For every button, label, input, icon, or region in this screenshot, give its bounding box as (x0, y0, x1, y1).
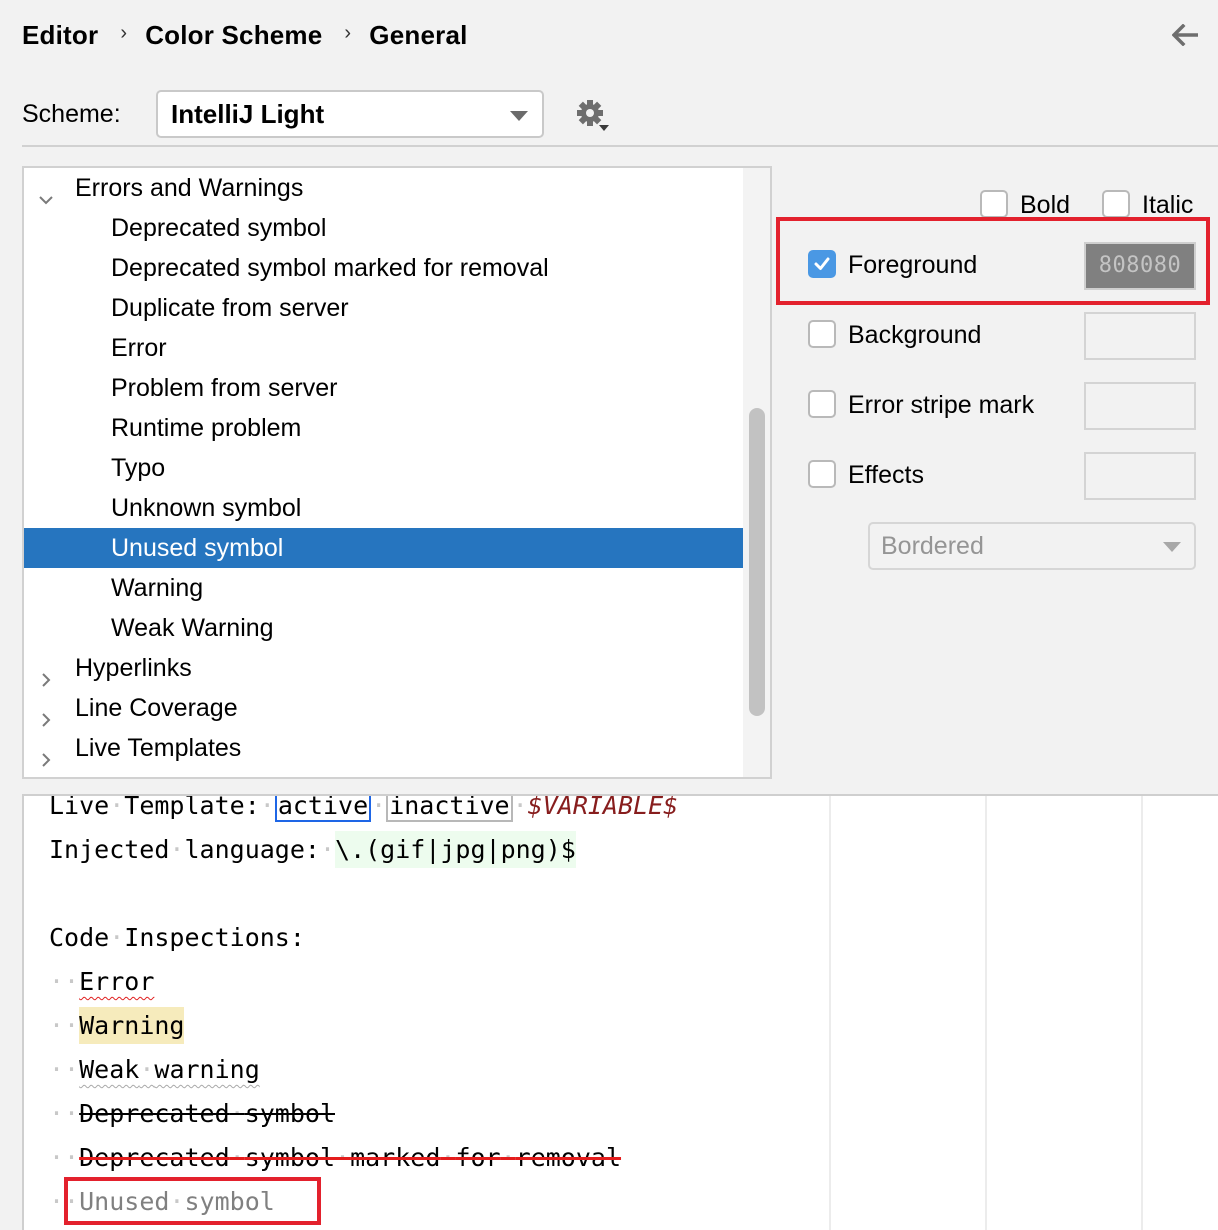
tree-item-label: Warning (111, 574, 204, 602)
chevron-right-icon[interactable] (38, 660, 54, 687)
breadcrumb-separator: › (344, 21, 352, 44)
tree-item[interactable]: Deprecated symbol (24, 208, 743, 248)
tree-scrollbar-thumb[interactable] (749, 408, 765, 716)
injected-language-value: \.(gif|jpg|png)$ (335, 831, 576, 868)
template-variable: $VARIABLE$ (527, 794, 679, 820)
foreground-label: Foreground (848, 251, 978, 279)
breadcrumb-separator: › (120, 21, 128, 44)
tree-item-label: Typo (111, 454, 166, 482)
foreground-checkbox[interactable] (808, 250, 836, 278)
tree-item[interactable]: Errors and Warnings (24, 168, 743, 208)
scheme-dropdown[interactable]: IntelliJ Light (156, 90, 544, 138)
effects-label: Effects (848, 461, 924, 489)
foreground-color-swatch[interactable]: 808080 (1084, 242, 1196, 290)
tree-scrollbar[interactable] (743, 168, 770, 777)
tree-item[interactable]: Runtime problem (24, 408, 743, 448)
preview-deprecated: ··Deprecated·symbol (49, 1099, 335, 1128)
italic-checkbox[interactable] (1102, 190, 1130, 218)
scheme-settings-button[interactable] (574, 98, 614, 134)
chevron-right-icon[interactable] (38, 700, 54, 727)
bold-label: Bold (1020, 191, 1071, 219)
inspection-error: Error (79, 967, 155, 996)
tree-item[interactable]: Unknown symbol (24, 488, 743, 528)
bold-checkbox[interactable] (980, 190, 1008, 218)
italic-label: Italic (1142, 191, 1194, 219)
error-stripe-color-swatch[interactable] (1084, 382, 1196, 430)
chevron-right-icon[interactable] (38, 740, 54, 767)
injected-prefix: Injected·language: (49, 835, 320, 864)
back-button[interactable] (1166, 20, 1206, 50)
background-label: Background (848, 321, 982, 349)
tree-item-label: Problem from server (111, 374, 338, 402)
preview-inspections-heading: Code·Inspections: (49, 923, 305, 952)
effect-type-value: Bordered (881, 532, 984, 560)
chevron-down-icon (1163, 542, 1181, 552)
tree-item[interactable]: Duplicate from server (24, 288, 743, 328)
checkmark-icon (814, 257, 830, 270)
tree-item[interactable]: Unused symbol (24, 528, 743, 568)
preview-line-live-template: Live·Template:· active · inactive ·$VARIABLE… (49, 794, 679, 828)
template-inactive: inactive (386, 796, 513, 822)
effects-color-swatch[interactable] (1084, 452, 1196, 500)
tree-item[interactable]: Error (24, 328, 743, 368)
chevron-down-icon (510, 111, 528, 121)
tree-item-label: Duplicate from server (111, 294, 349, 322)
error-stripe-checkbox[interactable] (808, 390, 836, 418)
background-color-swatch[interactable] (1084, 312, 1196, 360)
scheme-selected-value: IntelliJ Light (171, 98, 325, 129)
inspection-deprecated: Deprecated·symbol (79, 1099, 335, 1128)
tree-item-label: Runtime problem (111, 414, 302, 442)
tree-item-label: Line Coverage (75, 694, 238, 722)
effect-type-dropdown[interactable]: Bordered (868, 522, 1196, 570)
tree-item-label: Deprecated symbol (111, 214, 327, 242)
error-stripe-label: Error stripe mark (848, 391, 1035, 419)
tree-item-label: Errors and Warnings (75, 174, 304, 202)
preview-editor[interactable]: Live·Template:· active · inactive ·$VARIABLE… (22, 794, 1218, 1230)
tree-item-label: Unknown symbol (111, 494, 302, 522)
tree-item[interactable]: Live Templates (24, 728, 743, 768)
indent-guide (985, 796, 987, 1230)
template-active: active (274, 796, 372, 822)
inspection-warning: Warning (79, 1007, 185, 1044)
color-category-tree[interactable]: Errors and Warnings Deprecated symbol Depr… (22, 166, 772, 779)
breadcrumb-editor[interactable]: Editor (22, 20, 98, 51)
inspection-deprecated-removal: Deprecated·symbol·marked·for·removal (79, 1143, 622, 1172)
tree-item[interactable]: Line Coverage (24, 688, 743, 728)
preview-line-injected: Injected·language:·\.(gif|jpg|png)$ (49, 828, 576, 872)
background-checkbox[interactable] (808, 320, 836, 348)
live-template-prefix: Live·Template: (49, 794, 260, 820)
tree-item-label: Weak Warning (111, 614, 274, 642)
tree-item-label: Hyperlinks (75, 654, 192, 682)
tree-item[interactable]: Problem from server (24, 368, 743, 408)
breadcrumb: Editor › Color Scheme › General (22, 18, 468, 52)
preview-error: ··Error (49, 967, 155, 996)
tree-item[interactable]: Weak Warning (24, 608, 743, 648)
tree-item[interactable]: Warning (24, 568, 743, 608)
tree-item-label: Unused symbol (111, 534, 284, 562)
tree-item[interactable]: Hyperlinks (24, 648, 743, 688)
tree-item-label: Error (111, 334, 167, 362)
chevron-down-icon[interactable] (38, 180, 54, 205)
preview-unused: ··Unused·symbol (49, 1187, 275, 1216)
tree-item[interactable]: Typo (24, 448, 743, 488)
tree-item-label: Live Templates (75, 734, 242, 762)
preview-warning: ··Warning (49, 1004, 185, 1048)
indent-guide (1141, 796, 1143, 1230)
indent-guide (829, 796, 831, 1230)
preview-weak-warning: ··Weak·warning (49, 1055, 260, 1084)
tree-row-clipped[interactable] (24, 766, 743, 777)
header-divider (22, 145, 1218, 147)
arrow-left-icon (1172, 24, 1198, 46)
inspection-weak-warning: Weak·warning (79, 1055, 260, 1084)
preview-deprecated-removal: ··Deprecated·symbol·marked·for·removal (49, 1143, 622, 1172)
gear-icon (577, 100, 609, 131)
effects-checkbox[interactable] (808, 460, 836, 488)
breadcrumb-general: General (369, 19, 468, 50)
tree-item-label: Deprecated symbol marked for removal (111, 254, 549, 282)
scheme-label: Scheme: (22, 100, 121, 128)
tree-item[interactable]: Deprecated symbol marked for removal (24, 248, 743, 288)
inspection-unused: Unused·symbol (79, 1187, 275, 1216)
breadcrumb-color-scheme[interactable]: Color Scheme (145, 20, 322, 51)
